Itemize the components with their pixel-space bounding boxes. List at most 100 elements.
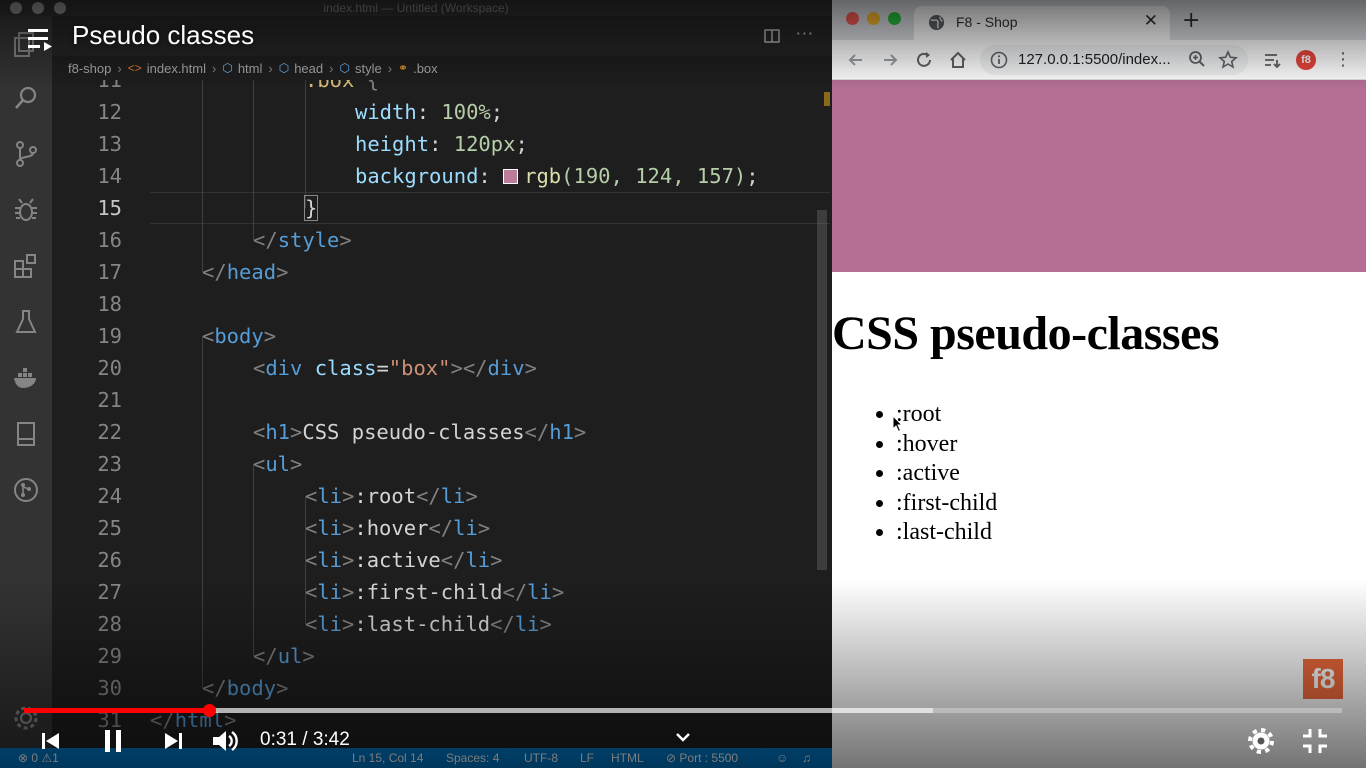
docker-icon[interactable] [12, 364, 40, 392]
browser-tab[interactable]: F8 - Shop ✕ [914, 6, 1170, 40]
remote-git-icon[interactable] [12, 476, 40, 504]
breadcrumb-selector[interactable]: ⚭ .box [398, 61, 438, 76]
browser-toolbar: 127.0.0.1:5500/index... f8 ⋮ [832, 40, 1366, 80]
indentation-setting[interactable]: Spaces: 4 [446, 751, 499, 765]
live-server-port[interactable]: ⊘ Port : 5500 [666, 751, 738, 765]
testing-flask-icon[interactable] [12, 308, 40, 336]
chevron-right-icon: › [387, 60, 393, 76]
cursor-position[interactable]: Ln 15, Col 14 [352, 751, 423, 765]
symbol-cube-icon: ⬡ [222, 61, 233, 75]
back-arrow-icon[interactable] [846, 50, 866, 70]
extensions-icon[interactable] [12, 252, 40, 280]
chevron-right-icon: › [117, 60, 122, 76]
eol-setting[interactable]: LF [580, 751, 594, 765]
globe-icon [928, 14, 945, 31]
language-mode[interactable]: HTML [611, 751, 644, 765]
pink-box [832, 80, 1366, 272]
profile-avatar[interactable]: f8 [1296, 50, 1316, 70]
address-bar[interactable]: 127.0.0.1:5500/index... [980, 45, 1248, 75]
home-icon[interactable] [948, 50, 968, 70]
breadcrumb-folder[interactable]: f8-shop [68, 61, 111, 76]
symbol-cube-icon: ⬡ [278, 61, 290, 75]
code-line: 30 </body> [97, 676, 289, 700]
chevron-down-icon[interactable] [673, 728, 693, 746]
notifications-bell-icon[interactable]: ♫ [802, 751, 811, 765]
chevron-right-icon: › [268, 60, 273, 76]
activity-bar [0, 16, 52, 748]
volume-icon[interactable] [210, 726, 240, 756]
code-editor[interactable]: 11 .box { 12 width: 100%; 13 height: 120px;… [52, 80, 832, 748]
new-tab-icon[interactable]: + [1182, 8, 1200, 33]
code-line: 11 .box { [97, 80, 380, 92]
code-line: 22 <h1>CSS pseudo-classes</h1> [97, 420, 587, 444]
code-line: 12 width: 100%; [97, 100, 504, 124]
forward-arrow-icon[interactable] [880, 50, 900, 70]
mouse-cursor-icon [892, 414, 904, 433]
code-line: 19 <body> [97, 324, 277, 348]
code-line: 14 background: rgb(190, 124, 157); [97, 164, 759, 188]
close-window-dot[interactable] [846, 12, 859, 25]
bookmark-star-icon[interactable] [1218, 50, 1238, 70]
search-icon[interactable] [12, 84, 40, 112]
html-file-icon: <> [127, 61, 142, 75]
settings-gear-icon[interactable] [1246, 726, 1276, 756]
playlist-icon[interactable] [28, 26, 56, 52]
code-line: 13 height: 120px; [97, 132, 528, 156]
browser-tab-strip: F8 - Shop ✕ + [832, 0, 1366, 40]
breadcrumb-style[interactable]: ⬡ style [339, 61, 381, 76]
more-actions-icon[interactable]: ··· [796, 24, 814, 43]
breadcrumb-html[interactable]: ⬡ html [222, 61, 262, 76]
debug-icon[interactable] [12, 196, 40, 224]
list-item: :last-child [896, 518, 997, 548]
code-line: 23 <ul> [97, 452, 303, 476]
code-line: 18 [97, 292, 122, 316]
window-title: index.html — Untitled (Workspace) [323, 1, 509, 15]
vscode-titlebar: index.html — Untitled (Workspace) [0, 0, 832, 16]
code-line: 27 <li>:first-child</li> [97, 580, 565, 604]
book-icon[interactable] [12, 420, 40, 448]
time-display: 0:31 / 3:42 [260, 729, 350, 750]
next-video-icon[interactable] [158, 726, 188, 756]
exit-fullscreen-icon[interactable] [1300, 726, 1330, 756]
symbol-cube-icon: ⬡ [339, 61, 350, 75]
browser-window: F8 - Shop ✕ + 127.0.0.1:5500/index... f8… [832, 0, 1366, 768]
code-line: 26 <li>:active</li> [97, 548, 503, 572]
breadcrumb: f8-shop › <> index.html › ⬡ html › ⬡ head ›… [52, 56, 832, 80]
breadcrumb-head[interactable]: ⬡ head [279, 61, 323, 76]
split-editor-icon[interactable] [764, 28, 780, 44]
list-item: :first-child [896, 489, 997, 519]
page-heading: CSS pseudo-classes [832, 307, 1220, 360]
pseudo-class-list: :root :hover :active :first-child :last-… [872, 400, 997, 548]
minimize-window-dot[interactable] [867, 12, 880, 25]
account-icon[interactable]: ☺ [776, 751, 788, 765]
symbol-class-icon: ⚭ [398, 61, 409, 75]
f8-logo: f8 [1303, 659, 1343, 699]
video-progress-bar[interactable] [24, 704, 1342, 717]
code-line: 16 </style> [97, 228, 352, 252]
encoding-setting[interactable]: UTF-8 [524, 751, 558, 765]
editor-scrollbar[interactable] [817, 210, 827, 570]
code-line: 21 [97, 388, 122, 412]
pause-icon[interactable] [98, 726, 128, 756]
tab-close-icon[interactable]: ✕ [1144, 11, 1158, 31]
list-item: :active [896, 459, 997, 489]
chevron-right-icon: › [329, 60, 334, 76]
info-icon[interactable] [990, 51, 1008, 69]
minimap-marker [824, 92, 830, 106]
video-title[interactable]: Pseudo classes [72, 20, 254, 51]
breadcrumb-file[interactable]: <> index.html [128, 61, 206, 76]
code-line: 25 <li>:hover</li> [97, 516, 491, 540]
reading-list-icon[interactable] [1262, 50, 1282, 70]
scrubber-handle[interactable] [202, 704, 216, 717]
code-line: 29 </ul> [97, 644, 315, 668]
played-bar [24, 708, 209, 713]
reload-icon[interactable] [914, 50, 934, 70]
previous-video-icon[interactable] [36, 726, 66, 756]
zoom-icon[interactable] [1188, 50, 1206, 68]
source-control-icon[interactable] [12, 140, 40, 168]
color-swatch[interactable] [503, 169, 519, 184]
browser-menu-icon[interactable]: ⋮ [1334, 50, 1352, 70]
maximize-window-dot[interactable] [888, 12, 901, 25]
code-line: 24 <li>:root</li> [97, 484, 478, 508]
code-line: 28 <li>:last-child</li> [97, 612, 552, 636]
